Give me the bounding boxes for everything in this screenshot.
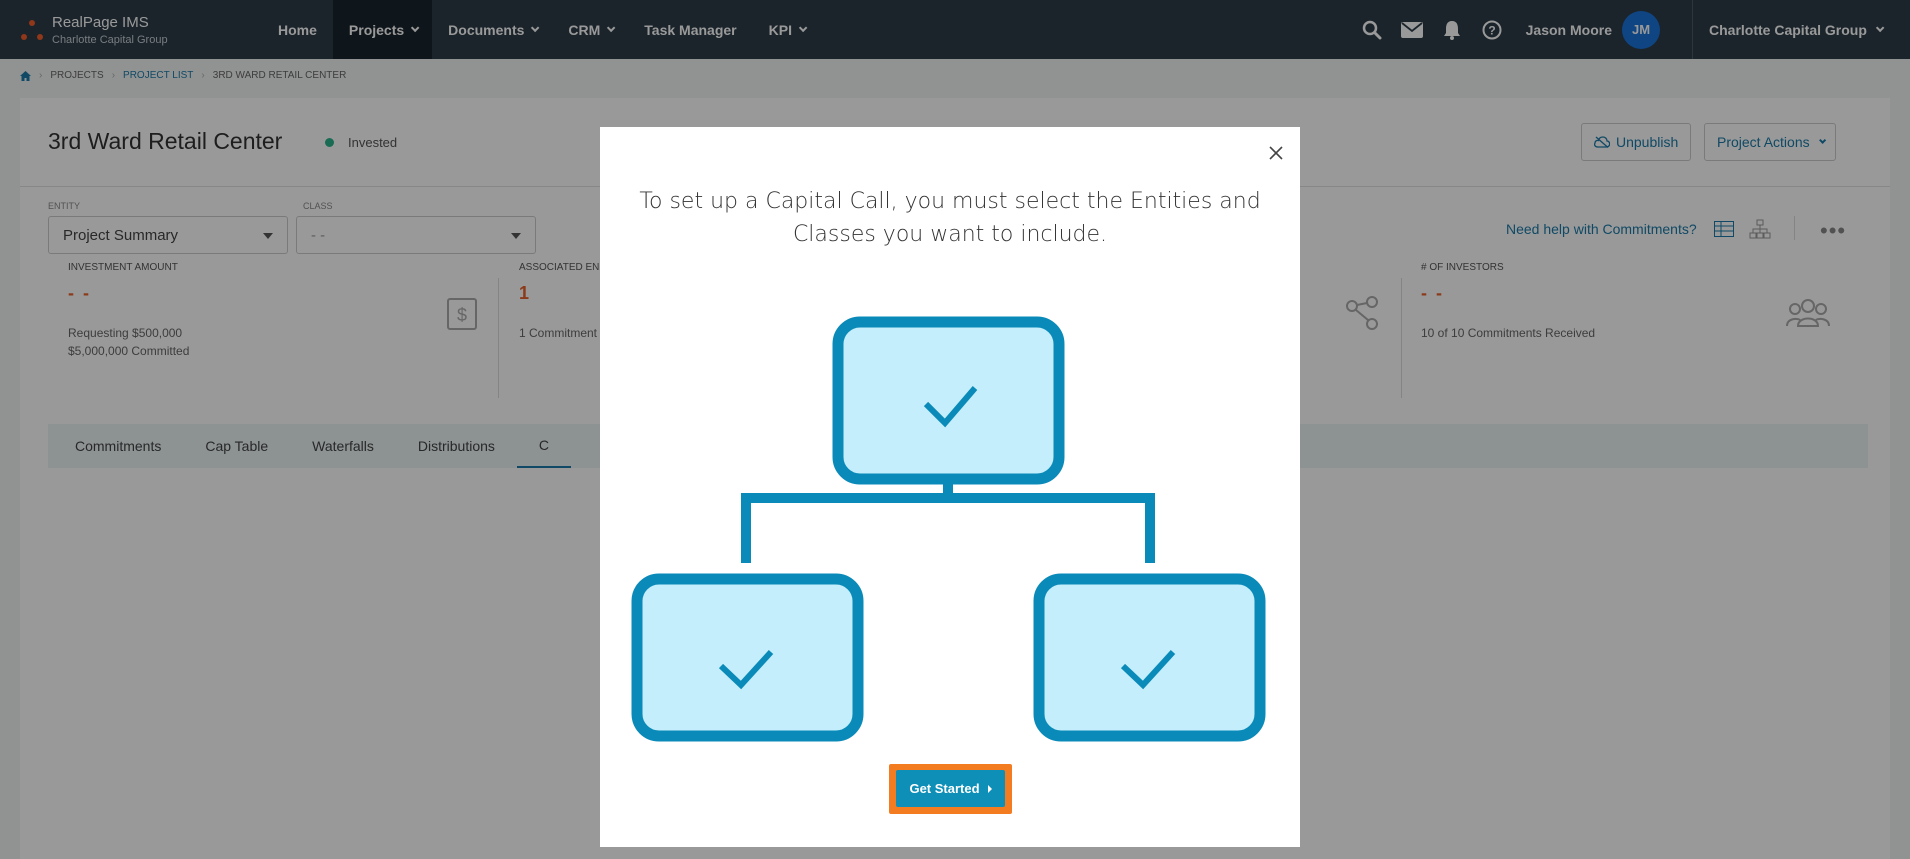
modal-message: To set up a Capital Call, you must selec… bbox=[639, 189, 1261, 247]
parent-entity-box bbox=[832, 316, 1065, 485]
capital-call-setup-modal: To set up a Capital Call, you must selec… bbox=[600, 127, 1300, 847]
entity-class-hierarchy-illustration bbox=[631, 316, 1266, 742]
child-class-box-left bbox=[631, 573, 864, 742]
caret-right-icon bbox=[987, 784, 992, 793]
get-started-button[interactable]: Get Started bbox=[896, 770, 1005, 807]
close-icon[interactable] bbox=[1264, 141, 1288, 165]
child-class-box-right bbox=[1033, 573, 1266, 742]
